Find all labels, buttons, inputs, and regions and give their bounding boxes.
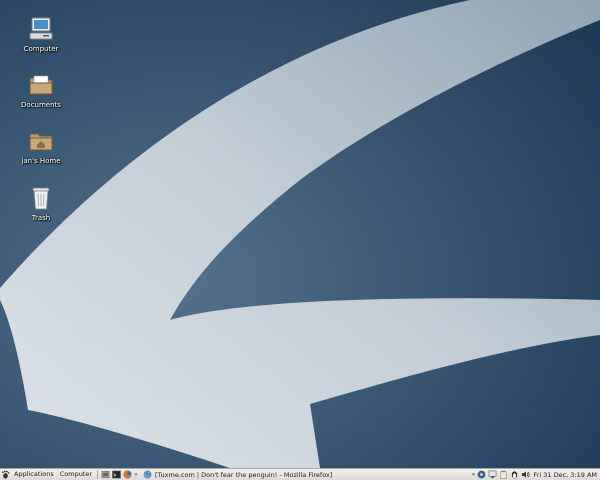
firefox-icon[interactable] <box>123 470 132 479</box>
media-play-icon[interactable] <box>477 470 486 479</box>
desktop-icon-trash[interactable]: Trash <box>11 185 71 222</box>
tux-icon[interactable] <box>510 470 519 479</box>
desktop-icon-home[interactable]: jan's Home <box>11 128 71 165</box>
panel-clock[interactable]: Fri 31 Dec, 3:19 AM <box>531 471 600 479</box>
computer-icon <box>29 17 53 40</box>
network-icon[interactable] <box>488 470 497 479</box>
gnome-foot-icon[interactable] <box>1 470 10 479</box>
desktop-icon-label: Trash <box>31 214 51 222</box>
volume-icon[interactable] <box>521 470 531 479</box>
terminal-icon[interactable] <box>112 470 121 479</box>
panel-separator <box>97 470 99 479</box>
bottom-panel: Applications Computer » [Tuxme.com | Don… <box>0 468 600 480</box>
show-desktop-icon[interactable] <box>101 470 110 479</box>
trash-icon <box>32 187 50 210</box>
taskbar-window-title: [Tuxme.com | Don't fear the penguin! - M… <box>155 470 333 479</box>
desktop-icon-label: Documents <box>21 101 61 109</box>
home-folder-icon <box>29 133 53 151</box>
notification-area: « <box>470 469 531 480</box>
computer-menu[interactable]: Computer <box>57 469 95 480</box>
applications-menu[interactable]: Applications <box>11 469 57 480</box>
desktop-icon-computer[interactable]: Computer <box>11 16 71 53</box>
taskbar-window-button[interactable]: [Tuxme.com | Don't fear the penguin! - M… <box>139 469 335 480</box>
desktop-icon-documents[interactable]: Documents <box>11 72 71 109</box>
folder-icon <box>29 75 53 95</box>
globe-icon <box>143 470 152 479</box>
tray-overflow-arrow[interactable]: « <box>470 469 476 480</box>
desktop-icon-label: jan's Home <box>21 157 61 165</box>
desktop: Computer Documents jan's Home Trash <box>0 0 600 468</box>
desktop-icon-label: Computer <box>23 45 59 53</box>
wallpaper <box>0 0 600 468</box>
clipboard-icon[interactable] <box>499 470 508 479</box>
